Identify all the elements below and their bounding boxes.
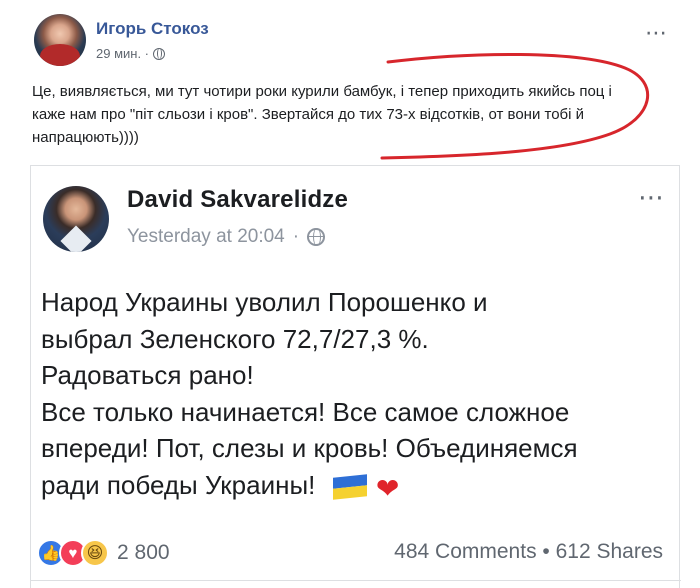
text-line: Радоваться рано! bbox=[41, 360, 254, 390]
text-line: ради победы Украины! bbox=[41, 469, 316, 500]
more-options-icon[interactable]: ⋯ bbox=[645, 22, 668, 44]
text-line: выбрал Зеленского 72,7/27,3 %. bbox=[41, 323, 429, 354]
ukraine-flag-icon bbox=[333, 474, 367, 500]
post-time[interactable]: 29 мин. · bbox=[96, 46, 149, 61]
avatar[interactable] bbox=[43, 186, 109, 252]
text-line-last: ради победы Украины! ❤ bbox=[41, 467, 677, 504]
shared-post-meta: Yesterday at 20:04 · bbox=[127, 226, 326, 248]
text-line: впереди! Пот, слезы и кровь! Объединяемс… bbox=[41, 433, 578, 463]
globe-icon bbox=[307, 228, 326, 246]
haha-icon[interactable]: 😆 bbox=[81, 539, 109, 567]
divider bbox=[31, 580, 681, 581]
meta-separator: · bbox=[292, 226, 300, 247]
shared-post-time[interactable]: Yesterday at 20:04 bbox=[127, 226, 285, 248]
reactions-bar[interactable]: 👍 ♥ 😆 2 800 bbox=[37, 538, 170, 568]
outer-post-header: Игорь Стокоз 29 мин. · ⋯ bbox=[30, 10, 680, 70]
text-line: Народ Украины уволил Порошенко и bbox=[41, 287, 488, 317]
avatar[interactable] bbox=[34, 14, 86, 66]
shared-post: David Sakvarelidze Yesterday at 20:04 · … bbox=[30, 165, 681, 588]
reaction-count[interactable]: 2 800 bbox=[117, 541, 170, 565]
outer-post: Игорь Стокоз 29 мин. · ⋯ Це, виявляється… bbox=[0, 0, 700, 588]
post-meta: 29 мин. · bbox=[96, 46, 166, 61]
text-line: Все только начинается! Все самое сложное bbox=[41, 396, 570, 427]
shared-author-name[interactable]: David Sakvarelidze bbox=[127, 186, 348, 214]
post-text: Це, виявляється, ми тут чотири роки кури… bbox=[32, 83, 612, 146]
author-name[interactable]: Игорь Стокоз bbox=[96, 19, 209, 39]
comments-shares-count[interactable]: 484 Comments • 612 Shares bbox=[394, 540, 663, 564]
red-heart-icon: ❤ bbox=[375, 472, 400, 504]
globe-icon bbox=[153, 47, 166, 60]
shared-post-text: Народ Украины уволил Порошенко и выбрал … bbox=[41, 284, 677, 503]
more-options-icon[interactable]: ⋯ bbox=[638, 184, 665, 210]
